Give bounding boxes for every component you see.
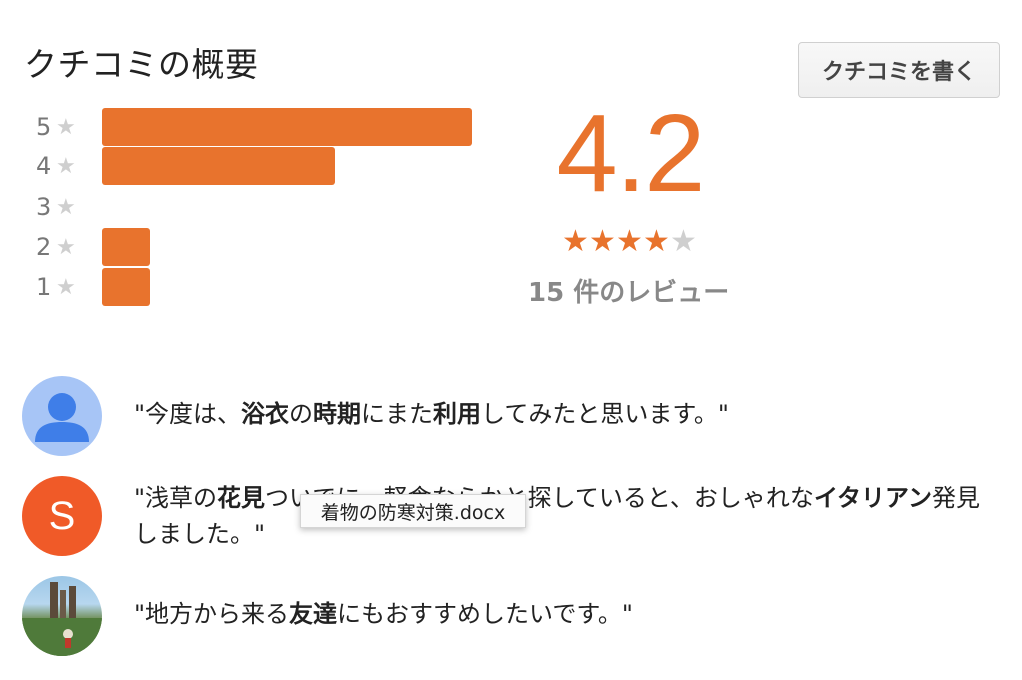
review-fragment: してみたと思います。" [481, 400, 729, 428]
review-fragment: "浅草の [134, 484, 218, 512]
histogram-row-1[interactable]: 1 ★ [36, 267, 150, 307]
star-icon: ★ [56, 274, 76, 300]
histogram-row-2[interactable]: 2 ★ [36, 227, 150, 267]
highlighted-keyword: イタリアン [813, 484, 933, 512]
photo-icon [22, 582, 102, 656]
histogram-bar [102, 268, 150, 306]
highlighted-keyword: 利用 [433, 400, 482, 428]
histogram-star-label: 5 [36, 113, 52, 141]
star-empty-icon: ★ [670, 224, 697, 259]
histogram-bar [102, 147, 335, 185]
review-count[interactable]: 15 件のレビュー [528, 272, 729, 309]
highlighted-keyword: 時期 [313, 400, 362, 428]
histogram-star-label: 4 [36, 152, 52, 180]
star-icon: ★ [56, 153, 76, 179]
highlighted-keyword: 花見 [217, 484, 266, 512]
star-icon: ★ [56, 194, 76, 220]
star-filled-icon: ★ [589, 224, 616, 259]
review-text: "浅草の花見ついでに、軽食ならかと探していると、おしゃれなイタリアン発見しました… [134, 476, 994, 552]
review-fragment: にまた [361, 400, 434, 428]
histogram-row-3[interactable]: 3 ★ [36, 187, 82, 227]
avatar [22, 576, 102, 656]
write-review-button[interactable]: クチコミを書く [798, 42, 1000, 98]
histogram-star-label: 1 [36, 273, 52, 301]
review-fragment: の [289, 400, 314, 428]
histogram-row-4[interactable]: 4 ★ [36, 146, 335, 186]
highlighted-keyword: 浴衣 [241, 400, 290, 428]
review-text: "今度は、浴衣の時期にまた利用してみたと思います。" [134, 376, 994, 432]
histogram-star-label: 3 [36, 193, 52, 221]
star-icon: ★ [56, 234, 76, 260]
average-rating: 4.2 [556, 92, 706, 215]
highlighted-keyword: 友達 [289, 600, 338, 628]
page-title: クチコミの概要 [24, 45, 259, 84]
file-tooltip: 着物の防寒対策.docx [300, 494, 526, 528]
star-icon: ★ [56, 114, 76, 140]
review-fragment: にもおすすめしたいです。" [337, 600, 633, 628]
avatar [22, 376, 102, 456]
review-item[interactable]: "今度は、浴衣の時期にまた利用してみたと思います。" [22, 376, 994, 456]
review-fragment: "地方から来る [134, 600, 290, 628]
avatar-initial: S [48, 493, 76, 538]
star-filled-icon: ★ [643, 224, 670, 259]
star-filled-icon: ★ [616, 224, 643, 259]
review-text: "地方から来る友達にもおすすめしたいです。" [134, 576, 994, 632]
histogram-row-5[interactable]: 5 ★ [36, 107, 472, 147]
avatar: S [22, 476, 102, 556]
person-icon [35, 393, 89, 442]
review-item[interactable]: "地方から来る友達にもおすすめしたいです。" [22, 576, 994, 656]
star-filled-icon: ★ [562, 224, 589, 259]
histogram-bar [102, 228, 150, 266]
histogram-star-label: 2 [36, 233, 52, 261]
review-fragment: "今度は、 [134, 400, 242, 428]
histogram-bar [102, 108, 472, 146]
average-stars: ★ ★ ★ ★ ★ [562, 224, 697, 259]
